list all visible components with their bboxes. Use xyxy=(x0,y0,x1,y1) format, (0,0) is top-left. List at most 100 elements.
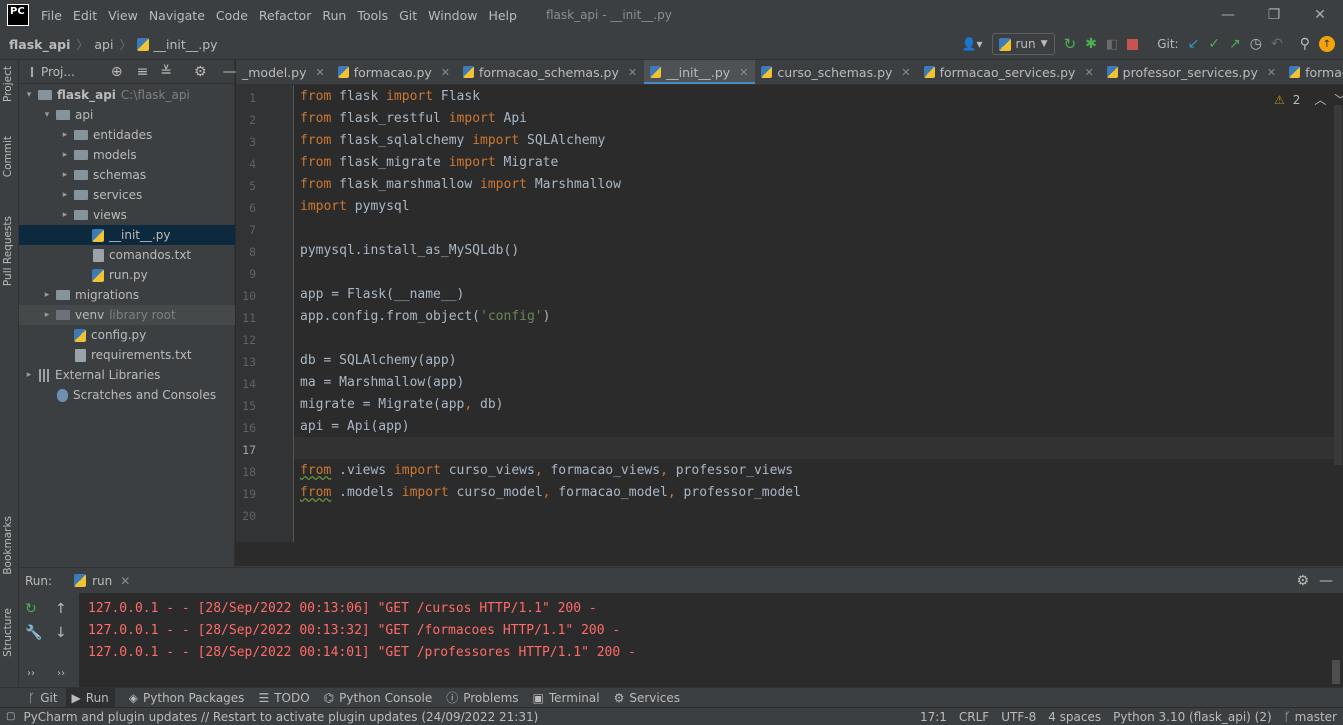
chevron-right-icon[interactable]: ▸ xyxy=(23,370,35,380)
run-configuration-select[interactable]: run ▼ xyxy=(991,33,1055,55)
editor-tab[interactable]: curso_schemas.py ✕ xyxy=(755,60,917,84)
hide-panel-icon[interactable]: — xyxy=(1319,573,1333,589)
tree-item[interactable]: ▾ flask_api C:\flask_api xyxy=(19,85,235,105)
chevron-down-icon[interactable]: ▾ xyxy=(41,110,53,120)
services-tool-button[interactable]: ⚙ Services xyxy=(614,691,680,705)
code-line[interactable]: from flask_marshmallow import Marshmallo… xyxy=(300,177,621,192)
rollback-icon[interactable]: ↶ xyxy=(1271,36,1283,52)
run-tool-button[interactable]: ▶ Run xyxy=(65,687,115,708)
project-panel-title[interactable]: Proj... xyxy=(41,65,75,79)
editor-scrollbar[interactable] xyxy=(1334,105,1342,465)
code-line[interactable]: api = Api(app) xyxy=(300,419,410,434)
run-tab-label[interactable]: run xyxy=(92,574,112,588)
chevron-right-icon[interactable]: ▸ xyxy=(59,210,71,220)
tree-item[interactable]: config.py xyxy=(19,325,235,345)
menu-file[interactable]: File xyxy=(41,8,62,23)
tree-item[interactable]: ▸ venv library root xyxy=(19,305,235,325)
code-line[interactable]: from .models import curso_model, formaca… xyxy=(300,485,801,500)
code-line[interactable]: migrate = Migrate(app, db) xyxy=(300,397,504,412)
more-icon[interactable]: ›› xyxy=(57,668,65,679)
close-tab-icon[interactable]: ✕ xyxy=(120,574,130,588)
history-icon[interactable]: ◷ xyxy=(1250,36,1262,52)
chevron-down-icon[interactable]: ▾ xyxy=(23,90,35,100)
terminal-tool-button[interactable]: ▣ Terminal xyxy=(533,691,600,705)
code-line[interactable]: pymysql.install_as_MySQLdb() xyxy=(300,243,519,258)
editor-tab[interactable]: professor_services.py ✕ xyxy=(1101,60,1283,84)
editor-tab[interactable]: formacao.py ✕ xyxy=(332,60,457,84)
menu-navigate[interactable]: Navigate xyxy=(149,8,205,23)
editor-tab[interactable]: __init__.py ✕ xyxy=(644,60,756,84)
git-branch[interactable]: ᚴ master xyxy=(1284,710,1337,724)
python-interpreter[interactable]: Python 3.10 (flask_api) (2) xyxy=(1113,710,1272,724)
project-tool-tab[interactable]: Project xyxy=(2,66,14,102)
git-push-icon[interactable]: ↗ xyxy=(1229,36,1241,52)
more-icon[interactable]: ›› xyxy=(27,668,35,679)
breadcrumb-project[interactable]: flask_api xyxy=(9,37,70,52)
close-tab-icon[interactable]: ✕ xyxy=(1267,66,1276,79)
chevron-right-icon[interactable]: ▸ xyxy=(41,290,53,300)
git-tool-button[interactable]: ᚴ Git xyxy=(28,691,58,705)
code-line[interactable]: app.config.from_object('config') xyxy=(300,309,550,324)
stop-icon[interactable] xyxy=(1127,38,1139,50)
debug-icon[interactable]: ✱ xyxy=(1085,36,1097,52)
chevron-right-icon[interactable]: ▸ xyxy=(59,130,71,140)
gear-icon[interactable]: ⚙ xyxy=(194,64,207,80)
wrench-icon[interactable]: 🔧 xyxy=(25,625,42,641)
tree-item[interactable]: requirements.txt xyxy=(19,345,235,365)
code-line[interactable]: ma = Marshmallow(app) xyxy=(300,375,464,390)
hide-panel-icon[interactable]: — xyxy=(223,64,237,80)
tree-item[interactable]: __init__.py xyxy=(19,225,235,245)
scroll-up-icon[interactable]: ↑ xyxy=(55,601,67,617)
chevron-right-icon[interactable]: ▸ xyxy=(59,150,71,160)
pull-requests-tool-tab[interactable]: Pull Requests xyxy=(2,216,14,286)
breadcrumb-folder[interactable]: api xyxy=(94,37,113,52)
close-tab-icon[interactable]: ✕ xyxy=(901,66,910,79)
code-line[interactable]: from flask_restful import Api xyxy=(300,111,527,126)
user-icon[interactable]: 👤▾ xyxy=(962,37,983,51)
menu-help[interactable]: Help xyxy=(488,8,517,23)
updates-icon[interactable]: ↑ xyxy=(1319,36,1335,52)
code-line[interactable]: from flask_sqlalchemy import SQLAlchemy xyxy=(300,133,605,148)
rerun-icon[interactable]: ↻ xyxy=(1064,35,1077,53)
editor-tab[interactable]: formacao_services.py ✕ xyxy=(918,60,1101,84)
menu-code[interactable]: Code xyxy=(216,8,248,23)
tree-item[interactable]: comandos.txt xyxy=(19,245,235,265)
python-console-tool-button[interactable]: ⌬ Python Console xyxy=(324,691,433,705)
tree-item[interactable]: ▸ schemas xyxy=(19,165,235,185)
menu-view[interactable]: View xyxy=(108,8,138,23)
chevron-right-icon[interactable]: ▸ xyxy=(59,190,71,200)
menu-git[interactable]: Git xyxy=(399,8,417,23)
tree-item[interactable]: ▸ External Libraries xyxy=(19,365,235,385)
tree-item[interactable]: ▸ views xyxy=(19,205,235,225)
close-tab-icon[interactable]: ✕ xyxy=(1084,66,1093,79)
menu-edit[interactable]: Edit xyxy=(73,8,97,23)
close-tab-icon[interactable]: ✕ xyxy=(739,66,748,79)
console-scrollbar[interactable] xyxy=(1332,660,1340,684)
close-tab-icon[interactable]: ✕ xyxy=(441,66,450,79)
chevron-right-icon[interactable]: ▸ xyxy=(59,170,71,180)
tree-item[interactable]: ▸ services xyxy=(19,185,235,205)
code-line[interactable]: from flask import Flask xyxy=(300,89,480,104)
editor-tab[interactable]: _model.py ✕ xyxy=(236,60,332,84)
minimize-button[interactable]: — xyxy=(1205,0,1251,30)
tree-item[interactable]: ▸ migrations xyxy=(19,285,235,305)
menu-window[interactable]: Window xyxy=(428,8,477,23)
restore-button[interactable]: ❐ xyxy=(1251,0,1297,30)
target-icon[interactable]: ⊕ xyxy=(111,64,123,80)
inspection-widget[interactable]: ⚠ 2 ︿ ﹀ xyxy=(1274,91,1343,108)
gear-icon[interactable]: ⚙ xyxy=(1296,573,1309,589)
code-line[interactable]: app = Flask(__name__) xyxy=(300,287,464,302)
close-tab-icon[interactable]: ✕ xyxy=(628,66,637,79)
file-encoding[interactable]: UTF-8 xyxy=(1001,710,1036,724)
line-separator[interactable]: CRLF xyxy=(959,710,989,724)
bookmarks-tool-tab[interactable]: Bookmarks xyxy=(2,516,14,575)
structure-tool-tab[interactable]: Structure xyxy=(2,608,14,657)
tree-item[interactable]: run.py xyxy=(19,265,235,285)
status-message[interactable]: PyCharm and plugin updates // Restart to… xyxy=(23,710,538,724)
code-line[interactable]: from flask_migrate import Migrate xyxy=(300,155,558,170)
collapse-all-icon[interactable]: ≡ xyxy=(137,64,149,80)
menu-run[interactable]: Run xyxy=(322,8,346,23)
editor-tab[interactable]: formacao_views xyxy=(1283,60,1343,84)
tree-item[interactable]: ▸ models xyxy=(19,145,235,165)
git-update-icon[interactable]: ↙ xyxy=(1188,36,1200,52)
